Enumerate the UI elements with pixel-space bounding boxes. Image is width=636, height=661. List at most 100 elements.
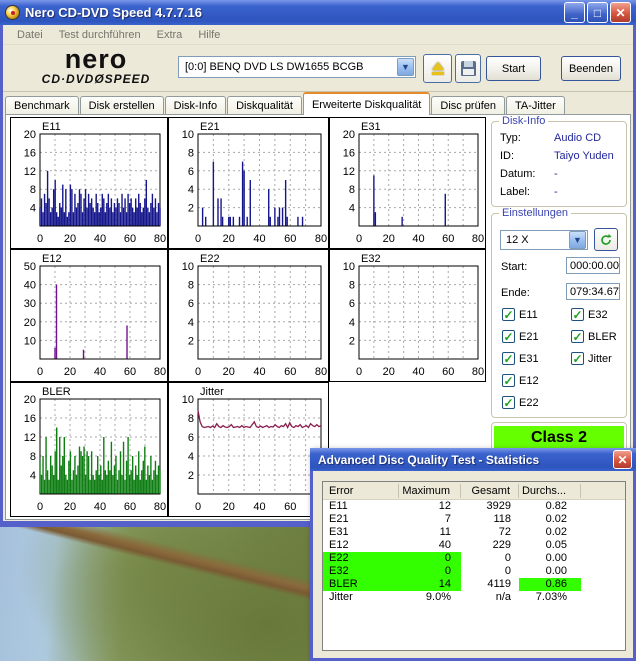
close-button[interactable]: ✕	[610, 2, 631, 23]
tab-diskqualitaet[interactable]: Diskqualität	[227, 96, 302, 115]
stats-table-row[interactable]: E22000.00	[323, 552, 625, 565]
start-button[interactable]: Start	[486, 56, 541, 81]
tab-disc-pruefen[interactable]: Disc prüfen	[431, 96, 505, 115]
svg-text:60: 60	[124, 233, 136, 245]
checkbox-e32[interactable]: ✓E32	[571, 308, 608, 321]
chart-canvas: 1020304050E12020406080	[11, 250, 167, 381]
svg-text:80: 80	[154, 366, 166, 378]
minimize-button[interactable]: _	[564, 2, 585, 23]
svg-text:E21: E21	[200, 121, 220, 133]
svg-text:60: 60	[124, 501, 136, 513]
column-header-error[interactable]: Error	[323, 484, 399, 498]
disk-info-value: Taiyo Yuden	[554, 150, 614, 162]
beenden-button[interactable]: Beenden	[561, 56, 621, 81]
save-icon	[461, 61, 476, 76]
eject-icon	[430, 61, 446, 77]
column-header-durchschnitt[interactable]: Durchs...	[519, 484, 581, 498]
svg-text:8: 8	[188, 280, 194, 292]
checkbox-e22[interactable]: ✓E22	[502, 396, 539, 409]
menu-datei[interactable]: Datei	[9, 27, 51, 43]
refresh-button[interactable]	[594, 228, 618, 251]
stats-cell: 0.00	[519, 552, 581, 565]
tab-ta-jitter[interactable]: TA-Jitter	[506, 96, 565, 115]
stats-table-row[interactable]: E32000.00	[323, 565, 625, 578]
svg-text:Jitter: Jitter	[200, 386, 224, 398]
svg-text:0: 0	[195, 501, 201, 513]
menu-hilfe[interactable]: Hilfe	[190, 27, 228, 43]
speed-select[interactable]: 12 X ▼	[500, 230, 588, 250]
svg-text:20: 20	[223, 366, 235, 378]
svg-text:80: 80	[154, 501, 166, 513]
svg-text:0: 0	[195, 233, 201, 245]
svg-text:80: 80	[315, 366, 327, 378]
stats-table-row[interactable]: E2171180.02	[323, 513, 625, 526]
nero-logo: nero CD·DVDØSPEED	[21, 46, 171, 86]
stats-cell: BLER	[323, 578, 399, 591]
svg-text:0: 0	[37, 366, 43, 378]
eject-button[interactable]	[423, 54, 452, 83]
chart-canvas: 48121620BLER020406080	[11, 383, 167, 516]
checkmark-icon: ✓	[502, 396, 515, 409]
tab-benchmark[interactable]: Benchmark	[5, 96, 79, 115]
checkbox-e31[interactable]: ✓E31	[502, 352, 539, 365]
menu-test-durchfuehren[interactable]: Test durchführen	[51, 27, 149, 43]
ende-field[interactable]: 079:34.67	[566, 283, 620, 300]
stats-table-row[interactable]: BLER1441190.86	[323, 578, 625, 591]
titlebar[interactable]: Nero CD-DVD Speed 4.7.7.16 _ □ ✕	[0, 0, 636, 25]
stats-cell: Jitter	[323, 591, 399, 604]
dialog-close-button[interactable]: ✕	[613, 450, 632, 469]
checkbox-e12[interactable]: ✓E12	[502, 374, 539, 387]
stats-cell: E11	[323, 500, 399, 513]
tab-disk-erstellen[interactable]: Disk erstellen	[80, 96, 164, 115]
svg-text:16: 16	[24, 413, 36, 425]
svg-text:20: 20	[24, 317, 36, 329]
svg-text:60: 60	[124, 366, 136, 378]
checkbox-jitter[interactable]: ✓Jitter	[571, 352, 612, 365]
stats-cell: 12	[399, 500, 461, 513]
chevron-down-icon[interactable]: ▼	[569, 231, 586, 249]
maximize-button[interactable]: □	[587, 2, 608, 23]
tab-erweiterte-diskqualitaet[interactable]: Erweiterte Diskqualität	[303, 92, 430, 115]
disk-info-title: Disk-Info	[499, 115, 548, 127]
column-header-gesamt[interactable]: Gesamt	[461, 484, 519, 498]
svg-text:8: 8	[349, 184, 355, 196]
dialog-titlebar[interactable]: Advanced Disc Quality Test - Statistics …	[310, 448, 636, 471]
chart-e21: 246810E21020406080	[168, 117, 329, 249]
svg-text:40: 40	[94, 501, 106, 513]
stats-table-body: E111239290.82E2171180.02E3111720.02E1240…	[323, 500, 625, 604]
svg-text:E22: E22	[200, 253, 220, 265]
stats-table-row[interactable]: E3111720.02	[323, 526, 625, 539]
svg-text:20: 20	[223, 233, 235, 245]
checkbox-bler[interactable]: ✓BLER	[571, 330, 617, 343]
svg-text:20: 20	[383, 233, 395, 245]
column-header-maximum[interactable]: Maximum	[399, 484, 461, 498]
svg-text:4: 4	[30, 470, 36, 482]
svg-text:80: 80	[315, 233, 327, 245]
svg-text:6: 6	[188, 166, 194, 178]
chart-bler: 48121620BLER020406080	[10, 382, 168, 517]
save-button[interactable]	[455, 54, 481, 83]
statistics-dialog: Advanced Disc Quality Test - Statistics …	[310, 448, 636, 661]
checkbox-e21[interactable]: ✓E21	[502, 330, 539, 343]
stats-table-header: Error Maximum Gesamt Durchs...	[323, 482, 625, 500]
svg-text:0: 0	[195, 366, 201, 378]
svg-text:E11: E11	[42, 121, 61, 133]
tab-disk-info[interactable]: Disk-Info	[165, 96, 226, 115]
menu-extra[interactable]: Extra	[149, 27, 191, 43]
chevron-down-icon[interactable]: ▼	[397, 58, 414, 76]
drive-select[interactable]: [0:0] BENQ DVD LS DW1655 BCGB ▼	[178, 56, 416, 78]
start-field[interactable]: 000:00.00	[566, 257, 620, 274]
svg-text:2: 2	[349, 335, 355, 347]
stats-cell: E21	[323, 513, 399, 526]
stats-table-row[interactable]: E111239290.82	[323, 500, 625, 513]
stats-table-row[interactable]: Jitter9.0%n/a7.03%	[323, 591, 625, 604]
chart-canvas: 48121620E31020406080	[330, 118, 485, 248]
stats-table-row[interactable]: E12402290.05	[323, 539, 625, 552]
chart-jitter: 246810Jitter020406080	[168, 382, 329, 517]
drive-select-value: [0:0] BENQ DVD LS DW1655 BCGB	[179, 61, 397, 73]
svg-text:20: 20	[64, 366, 76, 378]
stats-cell: 7.03%	[519, 591, 581, 604]
dialog-title: Advanced Disc Quality Test - Statistics	[318, 453, 613, 467]
checkbox-e11[interactable]: ✓E11	[502, 308, 538, 321]
stats-cell: E31	[323, 526, 399, 539]
